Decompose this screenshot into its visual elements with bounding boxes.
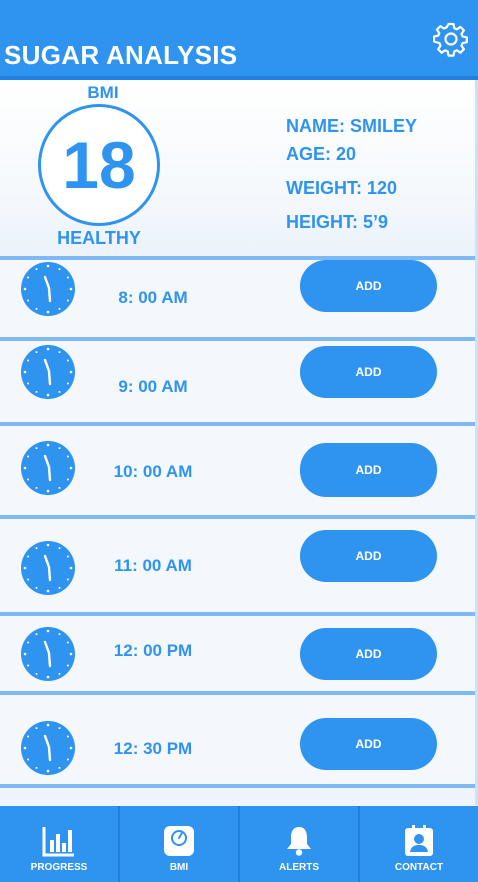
clock-icon xyxy=(20,720,76,776)
schedule-row: 10: 00 AM ADD xyxy=(0,422,478,517)
profile-weight: WEIGHT: 120 xyxy=(286,178,398,198)
clock-icon xyxy=(20,344,76,400)
schedule-time: 12: 30 PM xyxy=(113,739,193,758)
clock-icon xyxy=(20,261,76,317)
nav-bmi-label: BMI xyxy=(169,862,189,873)
app-title: SUGAR ANALYSIS xyxy=(4,40,238,70)
bmi-status: HEALTHY xyxy=(57,228,141,248)
profile-name: NAME: SMILEY xyxy=(286,116,418,136)
add-reading-button[interactable]: ADD xyxy=(300,346,437,398)
clock-icon xyxy=(20,440,76,496)
add-reading-button[interactable]: ADD xyxy=(300,628,437,680)
nav-progress-label: PROGRESS xyxy=(30,862,88,873)
clock-icon xyxy=(20,626,76,682)
add-reading-button[interactable]: ADD xyxy=(300,718,437,770)
nav-alerts[interactable]: ALERTS xyxy=(240,806,360,882)
schedule-row: 11: 00 AM ADD xyxy=(0,515,478,611)
clock-icon xyxy=(20,540,76,596)
bar-chart-icon xyxy=(42,827,74,857)
schedule-row: 9: 00 AM ADD xyxy=(0,337,478,424)
app-header: SUGAR ANALYSIS xyxy=(0,0,478,80)
add-reading-button[interactable]: ADD xyxy=(300,530,437,582)
schedule-row: 8: 00 AM ADD xyxy=(0,256,478,338)
bell-icon xyxy=(287,827,311,856)
bottom-nav: PROGRESS BMI ALERTS CONTACT xyxy=(0,806,478,882)
gear-icon[interactable] xyxy=(433,21,469,57)
nav-contact[interactable]: CONTACT xyxy=(360,806,478,882)
add-reading-button[interactable]: ADD xyxy=(300,443,437,497)
schedule-row: 12: 00 PM ADD xyxy=(0,612,478,694)
profile-height: HEIGHT: 5’9 xyxy=(286,212,389,232)
bmi-label: BMI xyxy=(87,83,119,102)
nav-contact-label: CONTACT xyxy=(394,862,444,873)
bmi-value-circle: 18 xyxy=(38,104,160,226)
nav-bmi[interactable]: BMI xyxy=(120,806,240,882)
schedule-row: 12: 30 PM ADD xyxy=(0,691,478,786)
schedule-time: 8: 00 AM xyxy=(118,288,188,307)
schedule-time: 11: 00 AM xyxy=(114,556,192,575)
schedule-time: 10: 00 AM xyxy=(113,462,193,481)
profile-age: AGE: 20 xyxy=(286,144,357,164)
nav-alerts-label: ALERTS xyxy=(279,862,319,873)
contact-card-icon xyxy=(405,825,433,856)
scale-icon xyxy=(164,826,194,856)
nav-progress[interactable]: PROGRESS xyxy=(0,806,120,882)
add-reading-button[interactable]: ADD xyxy=(300,260,437,312)
schedule-time: 9: 00 AM xyxy=(118,377,188,396)
schedule-time: 12: 00 PM xyxy=(113,641,193,660)
